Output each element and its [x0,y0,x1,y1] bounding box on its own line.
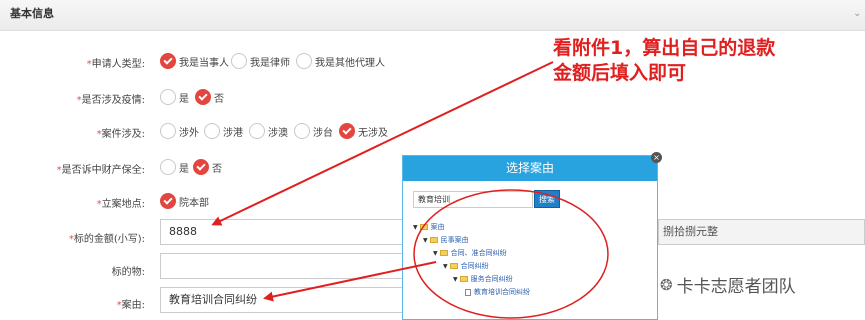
cause-input[interactable]: 教育培训合同纠纷 [160,287,410,313]
tree-node[interactable]: ▼ 合同、准合同纠纷 [433,248,507,258]
radio-unchecked-icon [160,89,176,105]
expand-arrow-icon[interactable]: ▼ [453,276,458,283]
expand-arrow-icon[interactable]: ▼ [443,263,448,270]
tree-node-leaf[interactable]: 教育培训合同纠纷 [465,287,530,297]
radio-unchecked-icon [204,123,220,139]
folder-icon [449,263,458,269]
file-icon [465,288,471,296]
section-title: 基本信息 [10,7,54,20]
radio-applicant-agent[interactable]: 我是其他代理人 [296,53,385,69]
case-involves-label: *案件涉及: [96,129,145,140]
close-icon[interactable]: × [651,152,662,163]
wechat-icon: ❂ [660,275,673,294]
radio-checked-icon [339,123,355,139]
radio-hongkong[interactable]: 涉港 [204,123,243,139]
radio-epidemic-yes[interactable]: 是 [160,89,189,105]
folder-icon [429,237,438,243]
radio-checked-icon [160,193,176,209]
preservation-label: *是否诉中财产保全: [56,165,145,176]
folder-icon [419,224,428,230]
tree-node[interactable]: ▼ 案由 [413,222,445,232]
radio-applicant-self[interactable]: 我是当事人 [160,53,229,69]
folder-icon [439,250,448,256]
dialog-title: 选择案由 [403,156,657,181]
dialog-search-button[interactable]: 搜索 [534,190,560,208]
radio-checked-icon [193,159,209,175]
dialog-search-input[interactable]: 教育培训 [413,191,533,208]
applicant-type-label: *申请人类型: [86,59,145,70]
radio-unchecked-icon [160,159,176,175]
radio-unchecked-icon [296,53,312,69]
folder-icon [459,276,468,282]
radio-foreign[interactable]: 涉外 [160,123,199,139]
section-header: 基本信息 ⌄ [0,0,865,31]
tree-node[interactable]: ▼ 民事案由 [423,235,469,245]
amount-input[interactable]: 8888 [160,219,410,245]
radio-taiwan[interactable]: 涉台 [294,123,333,139]
radio-checked-icon [160,53,176,69]
select-cause-dialog: 选择案由 × 教育培训 搜索 ▼ 案由 ▼ 民事案由 ▼ 合同、准合同纠纷 ▼ 合同纠纷… [402,152,662,320]
collapse-icon[interactable]: ⌄ [853,8,865,20]
watermark: ❂ 卡卡志愿者团队 [660,275,796,298]
radio-unchecked-icon [231,53,247,69]
amount-label: *标的金额(小写): [68,234,145,245]
expand-arrow-icon[interactable]: ▼ [413,224,418,231]
radio-macau[interactable]: 涉澳 [249,123,288,139]
epidemic-label: *是否涉及疫情: [76,95,145,106]
radio-unchecked-icon [160,123,176,139]
radio-main-court[interactable]: 院本部 [160,193,209,209]
radio-unchecked-icon [249,123,265,139]
radio-preservation-no[interactable]: 否 [193,159,222,175]
radio-checked-icon [195,89,211,105]
radio-none[interactable]: 无涉及 [339,123,388,139]
radio-preservation-yes[interactable]: 是 [160,159,189,175]
subject-label: 标的物: [111,267,145,278]
amount-uppercase-field: 捌拾捌元整 [658,219,865,245]
subject-input[interactable] [160,253,410,279]
radio-epidemic-no[interactable]: 否 [195,89,224,105]
cause-label: *案由: [116,300,145,311]
tree-node[interactable]: ▼ 服务合同纠纷 [453,274,513,284]
tree-node[interactable]: ▼ 合同纠纷 [443,261,489,271]
expand-arrow-icon[interactable]: ▼ [433,250,438,257]
annotation-text: 看附件1，算出自己的退款 金额后填入即可 [553,37,776,84]
radio-applicant-lawyer[interactable]: 我是律师 [231,53,290,69]
radio-unchecked-icon [294,123,310,139]
filing-location-label: *立案地点: [96,199,145,210]
expand-arrow-icon[interactable]: ▼ [423,237,428,244]
